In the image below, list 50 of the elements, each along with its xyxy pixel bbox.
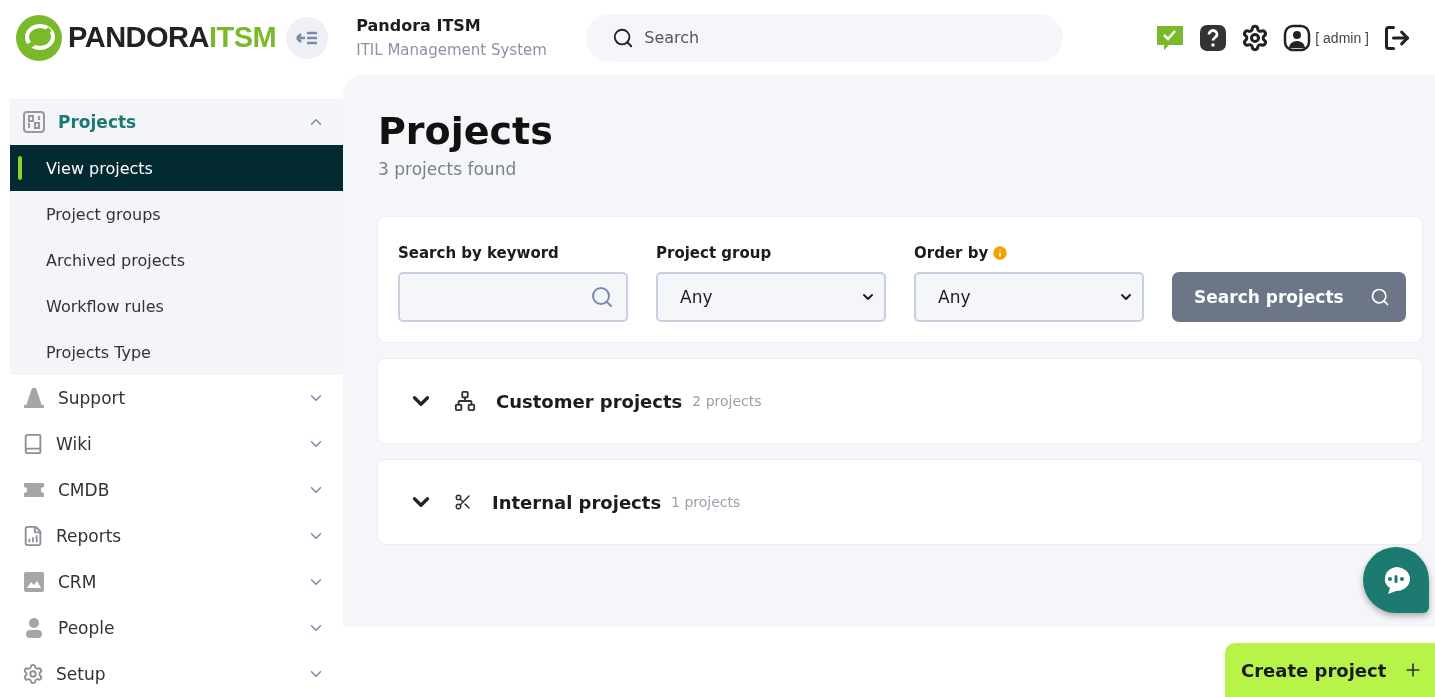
order-by-select[interactable]: Any	[914, 272, 1144, 322]
sidebar-item[interactable]: CMDB	[10, 467, 343, 513]
scissors-icon	[454, 493, 472, 511]
page-title: Projects	[378, 109, 554, 153]
group-name: Internal projects	[492, 491, 662, 513]
field-label: Order by	[914, 244, 989, 262]
sidebar-item[interactable]: Projects	[10, 99, 343, 145]
search-icon	[612, 26, 635, 49]
cone-icon	[22, 386, 46, 410]
help-icon[interactable]	[1199, 23, 1228, 52]
settings-icon[interactable]	[1241, 23, 1270, 52]
search-field[interactable]: Search	[586, 13, 1064, 62]
field-label: Search by keyword	[398, 244, 560, 262]
info-icon	[991, 244, 1010, 262]
create-project-button[interactable]: Create project	[1225, 643, 1435, 697]
sidebar-subitem[interactable]: Projects Type	[10, 329, 343, 375]
group-count: 1 projects	[671, 494, 741, 510]
gear-icon	[22, 663, 44, 685]
sidebar-item[interactable]: CRM	[10, 559, 343, 605]
arrow-lines-icon	[295, 29, 320, 46]
keyword-field[interactable]	[398, 272, 628, 322]
user-menu-button[interactable]: [ admin ]	[1283, 23, 1369, 52]
app-title: Pandora ITSM	[356, 16, 482, 35]
sidebar-item[interactable]: Wiki	[10, 421, 343, 467]
search-projects-button[interactable]: Search projects	[1172, 272, 1406, 322]
sidebar-subitem[interactable]: Workflow rules	[10, 283, 343, 329]
sidebar-subitem[interactable]: Project groups	[10, 191, 343, 237]
search-icon	[1370, 287, 1390, 307]
app-subtitle: ITIL Management System	[356, 41, 548, 59]
logo-icon	[16, 14, 62, 61]
sidebar-item[interactable]: Setup	[10, 651, 343, 697]
sidebar-item[interactable]: Reports	[10, 513, 343, 559]
logout-icon[interactable]	[1383, 23, 1411, 52]
group-count: 2 projects	[692, 393, 762, 409]
search-icon	[590, 285, 614, 309]
book-icon	[22, 433, 44, 455]
sidebar-item[interactable]: People	[10, 605, 343, 651]
project-group-select[interactable]: Any	[656, 272, 886, 322]
sidebar-subitem[interactable]: Archived projects	[10, 237, 343, 283]
group-name: Customer projects	[496, 390, 683, 412]
presentation-icon	[22, 525, 44, 547]
user-icon	[1283, 23, 1312, 52]
sidebar-subitem[interactable]: View projects	[10, 145, 343, 191]
board-icon	[22, 110, 46, 134]
field-label: Project group	[656, 244, 773, 262]
results-count: 3 projects found	[378, 159, 518, 179]
image-icon	[22, 570, 46, 594]
hierarchy-icon	[454, 390, 476, 412]
logo-text: PANDORAITSM	[68, 21, 277, 54]
sidebar-item[interactable]: Support	[10, 375, 343, 421]
